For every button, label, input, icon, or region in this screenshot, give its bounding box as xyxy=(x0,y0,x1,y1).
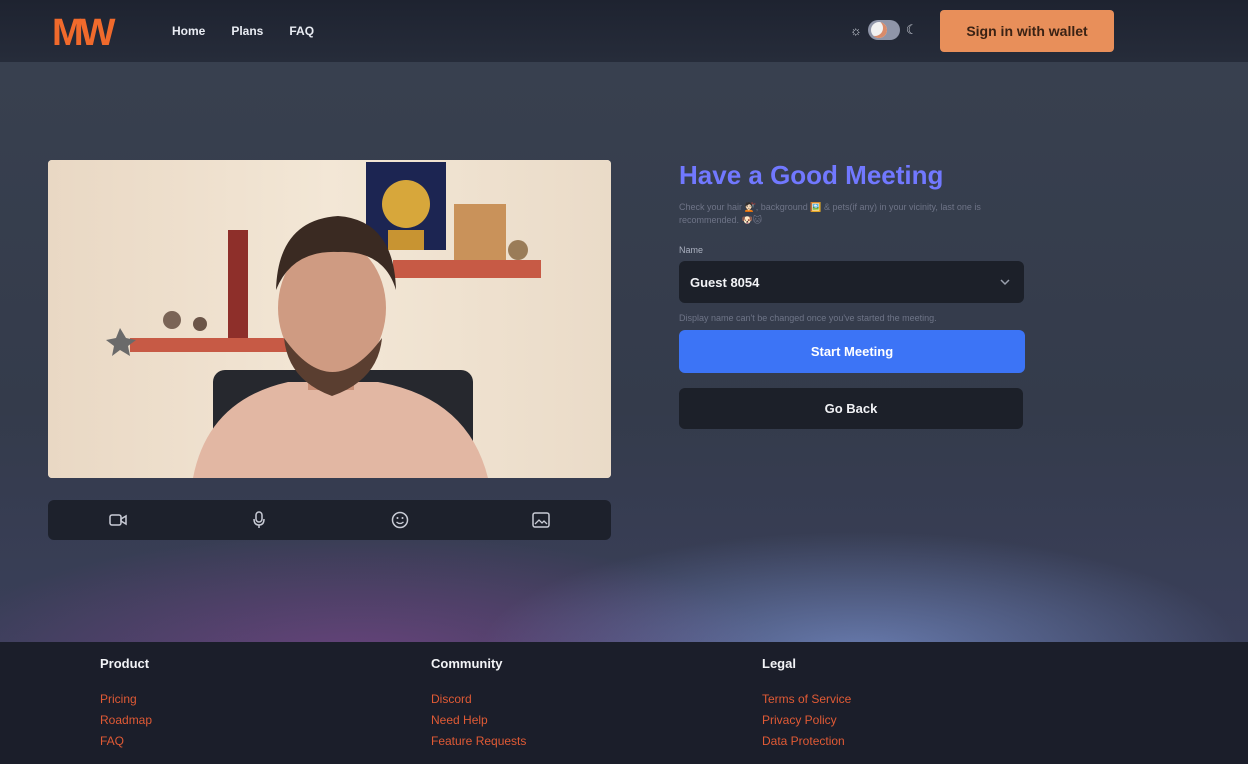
footer-link-need-help[interactable]: Need Help xyxy=(431,710,526,731)
footer-heading: Legal xyxy=(762,656,796,671)
name-select[interactable]: Guest 8054 xyxy=(679,261,1024,303)
footer-link-faq[interactable]: FAQ xyxy=(100,731,152,752)
nav-plans[interactable]: Plans xyxy=(231,24,263,38)
sign-in-wallet-button[interactable]: Sign in with wallet xyxy=(940,10,1114,52)
footer-column-product: Product Pricing Roadmap FAQ xyxy=(100,656,152,752)
camera-preview xyxy=(48,160,611,478)
sun-icon: ☼ xyxy=(850,22,862,38)
top-navbar: MW Home Plans FAQ ☼ ☾ Sign in with walle… xyxy=(0,0,1248,62)
footer-link-feature-requests[interactable]: Feature Requests xyxy=(431,731,526,752)
background-image-icon[interactable] xyxy=(530,509,552,531)
moon-icon: ☾ xyxy=(905,22,918,37)
page-title: Have a Good Meeting xyxy=(679,160,944,190)
footer-column-legal: Legal Terms of Service Privacy Policy Da… xyxy=(762,656,851,752)
footer: Product Pricing Roadmap FAQ Community Di… xyxy=(0,642,1248,764)
nav-faq[interactable]: FAQ xyxy=(289,24,314,38)
name-label: Name xyxy=(679,245,704,255)
nav-home[interactable]: Home xyxy=(172,24,205,38)
chevron-down-icon xyxy=(1000,279,1010,286)
footer-column-community: Community Discord Need Help Feature Requ… xyxy=(431,656,526,752)
start-meeting-button[interactable]: Start Meeting xyxy=(679,330,1025,373)
logo[interactable]: MW xyxy=(52,12,126,50)
meeting-setup-section: Have a Good Meeting Check your hair 💇🏻, … xyxy=(0,62,1248,642)
media-controls xyxy=(48,500,611,540)
footer-link-data-protection[interactable]: Data Protection xyxy=(762,731,851,752)
footer-heading: Community xyxy=(431,656,503,671)
footer-link-roadmap[interactable]: Roadmap xyxy=(100,710,152,731)
theme-toggle[interactable]: ☼ ☾ xyxy=(850,20,918,40)
camera-icon[interactable] xyxy=(107,509,129,531)
name-value: Guest 8054 xyxy=(690,274,760,290)
go-back-button[interactable]: Go Back xyxy=(679,388,1023,429)
footer-link-privacy[interactable]: Privacy Policy xyxy=(762,710,851,731)
camera-preview-image xyxy=(48,160,611,478)
footer-link-pricing[interactable]: Pricing xyxy=(100,689,152,710)
svg-text:MW: MW xyxy=(52,12,116,50)
meeting-form: Have a Good Meeting Check your hair 💇🏻, … xyxy=(679,160,1025,429)
footer-link-discord[interactable]: Discord xyxy=(431,689,526,710)
theme-switch-knob xyxy=(870,22,887,38)
footer-link-terms[interactable]: Terms of Service xyxy=(762,689,851,710)
footer-heading: Product xyxy=(100,656,150,671)
microphone-icon[interactable] xyxy=(248,509,270,531)
prep-tips: Check your hair 💇🏻, background 🖼️ & pets… xyxy=(679,202,981,225)
smiley-icon[interactable] xyxy=(389,509,411,531)
name-hint: Display name can't be changed once you'v… xyxy=(679,313,937,323)
theme-switch[interactable] xyxy=(867,20,900,40)
main-nav: Home Plans FAQ xyxy=(172,24,314,38)
